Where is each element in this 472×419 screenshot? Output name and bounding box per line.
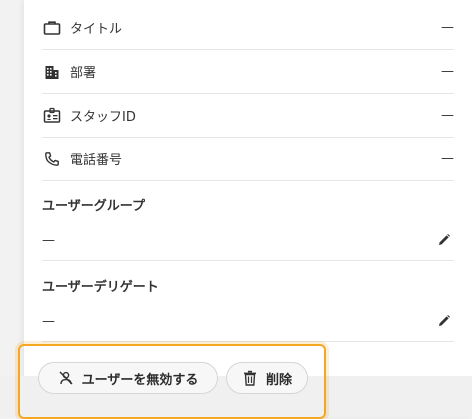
user-groups-title: ユーザーグループ bbox=[42, 199, 145, 214]
briefcase-icon bbox=[42, 18, 62, 38]
user-disabled-icon bbox=[58, 370, 74, 386]
disable-user-button[interactable]: ユーザーを無効する bbox=[38, 362, 218, 394]
disable-user-label: ユーザーを無効する bbox=[81, 372, 199, 388]
user-delegates-value: — bbox=[42, 313, 55, 329]
delete-label: 削除 bbox=[265, 372, 292, 388]
detail-label: タイトル bbox=[70, 22, 123, 37]
detail-row-staff-id: スタッフID — bbox=[42, 94, 454, 138]
detail-value: — bbox=[441, 64, 454, 79]
user-groups-value: — bbox=[42, 232, 55, 248]
delete-button[interactable]: 削除 bbox=[226, 362, 308, 394]
detail-label: 部署 bbox=[70, 66, 97, 81]
building-icon bbox=[42, 62, 62, 82]
detail-row-phone: 電話番号 — bbox=[42, 137, 454, 181]
detail-label: 電話番号 bbox=[70, 153, 123, 168]
detail-value: — bbox=[441, 108, 454, 123]
pencil-icon bbox=[439, 234, 450, 245]
pencil-icon bbox=[439, 315, 450, 326]
detail-value: — bbox=[441, 151, 454, 166]
detail-row-department: 部署 — bbox=[42, 50, 454, 94]
trash-icon bbox=[242, 370, 258, 386]
id-badge-icon bbox=[42, 106, 62, 126]
user-delegates-row: — bbox=[42, 301, 454, 342]
phone-icon bbox=[42, 149, 62, 169]
user-delegates-title: ユーザーデリゲート bbox=[42, 280, 159, 295]
detail-value: — bbox=[441, 20, 454, 35]
edit-user-groups-button[interactable] bbox=[434, 230, 454, 250]
detail-label: スタッフID bbox=[70, 110, 136, 125]
user-groups-row: — bbox=[42, 220, 454, 261]
edit-user-delegates-button[interactable] bbox=[434, 311, 454, 331]
detail-row-title: タイトル — bbox=[42, 6, 454, 50]
